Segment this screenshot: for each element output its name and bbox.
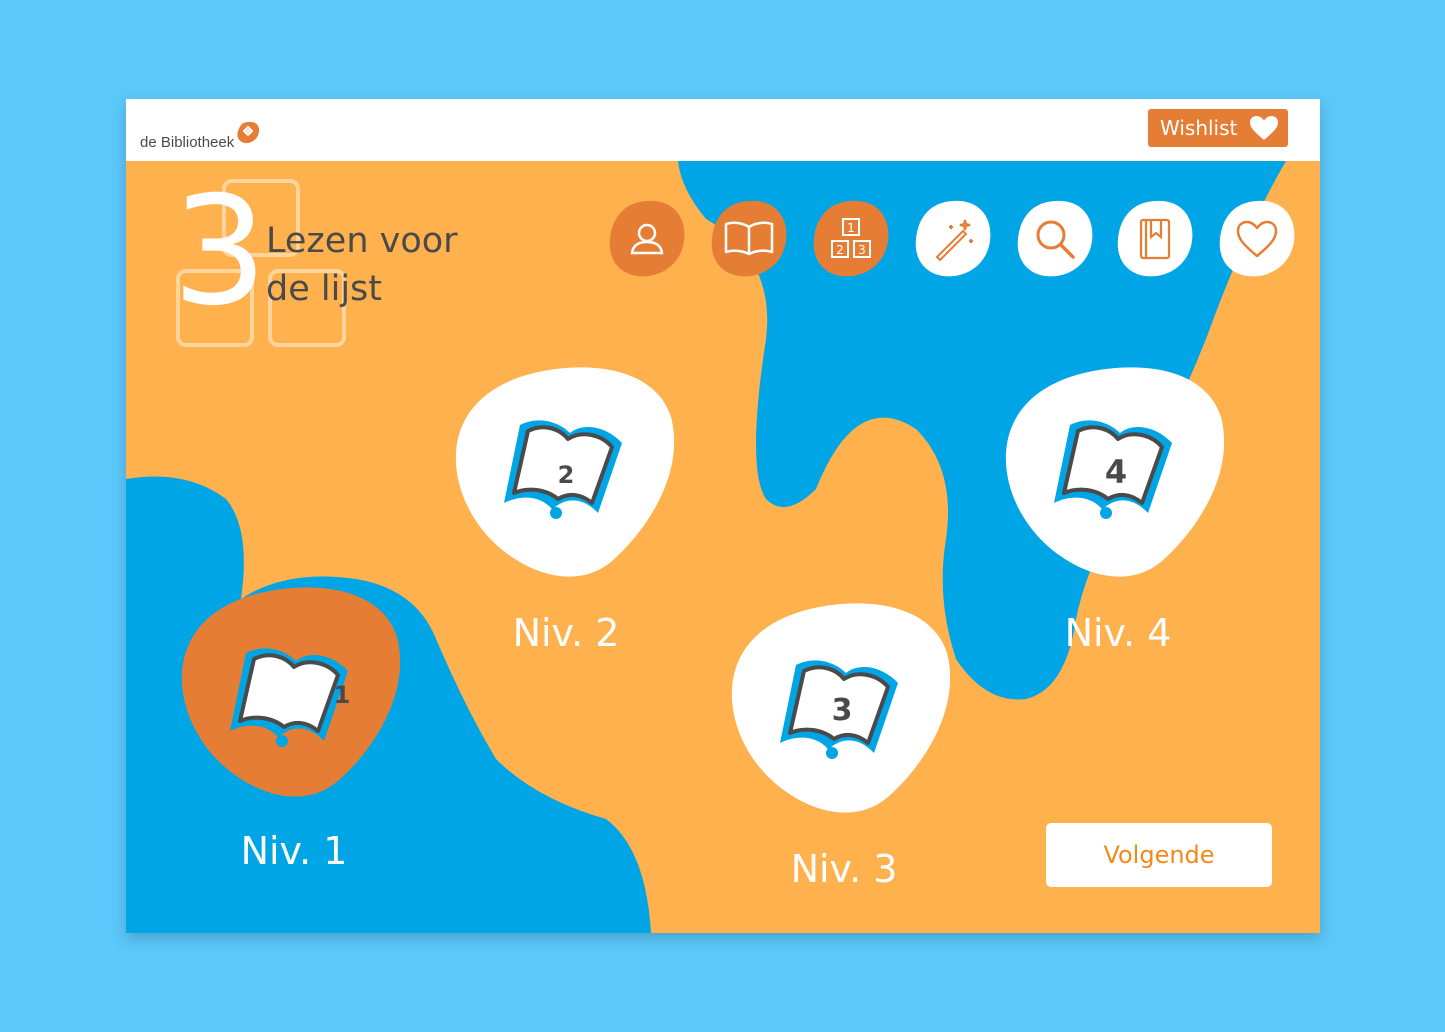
nav-profile-button[interactable] [607,199,687,279]
level-4-button[interactable]: 4 [1004,365,1224,579]
page-title-block: 3 Lezen voor de lijst [172,177,512,357]
nav-bookmarks-button[interactable] [1115,199,1195,279]
book-icon [724,221,774,256]
level-1-number: 1 [333,681,351,709]
next-button[interactable]: Volgende [1046,823,1272,887]
step-number: 3 [172,165,268,339]
nav-books-button[interactable] [709,199,789,279]
level-2-label[interactable]: Niv. 2 [456,611,676,655]
heart-icon [1250,116,1279,140]
level-3-label[interactable]: Niv. 3 [734,847,954,891]
magic-wand-icon [935,219,973,261]
level-2-number: 2 [557,461,575,489]
levels-icon: 12 3 [831,218,871,258]
page-title-line-1: Lezen voor [266,221,458,261]
level-3-number: 3 [831,693,853,728]
app-frame: de Bibliotheek Wishlist 3 Lezen voor de … [126,99,1320,933]
nav-search-button[interactable] [1015,199,1095,279]
level-2-button[interactable]: 2 [454,365,674,579]
heart-icon [1236,220,1278,258]
level-1-label[interactable]: Niv. 1 [184,829,404,873]
nav-magic-button[interactable] [913,199,993,279]
page-title-line-2: de lijst [266,269,383,309]
nav-levels-button[interactable]: 123 [811,199,891,279]
bibliotheek-logo-icon [237,121,260,144]
top-bar: de Bibliotheek Wishlist [126,99,1320,161]
svg-text:2: 2 [836,243,844,257]
svg-text:1: 1 [847,221,855,235]
page-title: Lezen voor de lijst [266,217,506,313]
user-icon [630,223,664,255]
bookmark-book-icon [1139,218,1171,260]
svg-text:3: 3 [858,243,866,257]
logo-text: de Bibliotheek [140,134,235,151]
wishlist-button[interactable]: Wishlist [1148,109,1288,147]
search-icon [1036,220,1075,259]
nav-favorites-button[interactable] [1217,199,1297,279]
level-4-number: 4 [1104,453,1128,491]
level-3-button[interactable]: 3 [730,601,950,815]
level-4-label[interactable]: Niv. 4 [1008,611,1228,655]
level-1-button[interactable]: 1 [180,585,400,799]
bibliotheek-logo[interactable]: de Bibliotheek [140,121,261,151]
wishlist-label: Wishlist [1160,116,1238,140]
